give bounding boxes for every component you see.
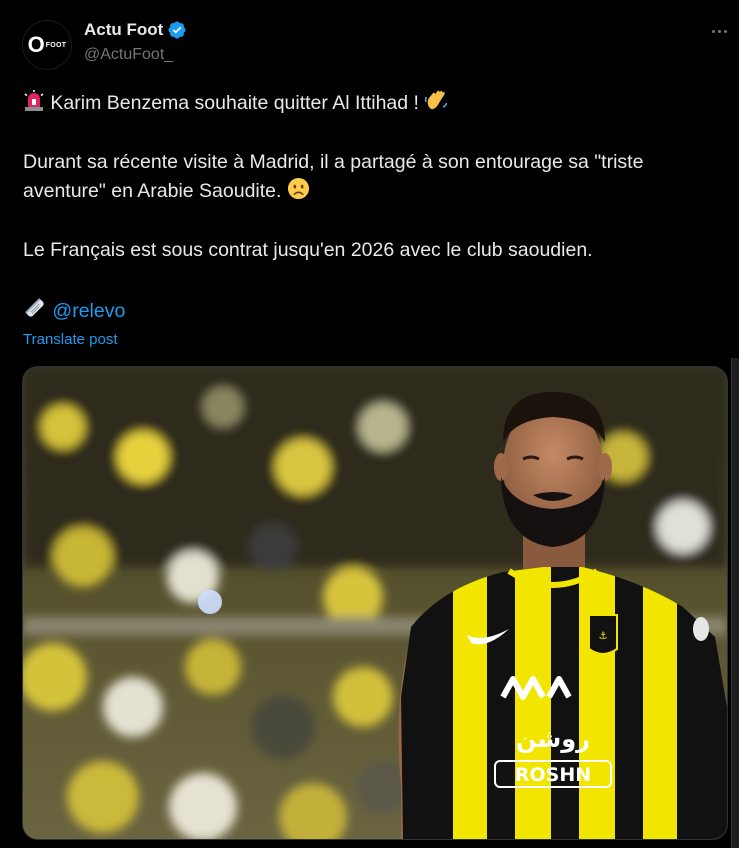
author-row: Actu Foot [84, 20, 187, 40]
light-flare [198, 590, 222, 614]
actu-foot-logo: O FOOT [27, 32, 67, 57]
sponsor-text: ROSHN [515, 764, 591, 786]
waving-hand-icon [425, 90, 448, 110]
author-display-name[interactable]: Actu Foot [84, 20, 163, 40]
author-handle[interactable]: @ActuFoot_ [84, 46, 173, 64]
mention-relevo[interactable]: @relevo [52, 300, 125, 322]
verified-badge-icon[interactable] [167, 20, 187, 40]
post-paragraph-contract: Le Français est sous contrat jusqu'en 20… [23, 236, 723, 265]
post-line-3: Le Français est sous contrat jusqu'en 20… [23, 239, 593, 261]
post-headline: Karim Benzema souhaite quitter Al Ittiha… [23, 88, 723, 118]
translate-post-link[interactable]: Translate post [23, 331, 118, 348]
post-source: @relevo [23, 296, 723, 326]
post-paragraph-visit: Durant sa récente visite à Madrid, il a … [23, 148, 723, 206]
scrollbar[interactable] [731, 358, 739, 848]
benzema-photo: ⚓ روشن ROSHN [23, 367, 727, 839]
svg-text:⚓: ⚓ [599, 631, 608, 642]
siren-icon [24, 90, 44, 111]
tweet: O FOOT Actu Foot @ActuFoot_ Karim Benzem… [0, 0, 739, 848]
more-options-icon[interactable] [706, 20, 732, 42]
sad-face-icon [287, 177, 309, 200]
avatar[interactable]: O FOOT [22, 20, 72, 70]
sponsor-arabic-text: روشن [516, 725, 590, 753]
rolled-newspaper-icon [25, 298, 44, 317]
post-line-2: Durant sa récente visite à Madrid, il a … [23, 151, 644, 202]
post-line-1: Karim Benzema souhaite quitter Al Ittiha… [50, 92, 419, 114]
post-image[interactable]: ⚓ روشن ROSHN [22, 366, 728, 840]
